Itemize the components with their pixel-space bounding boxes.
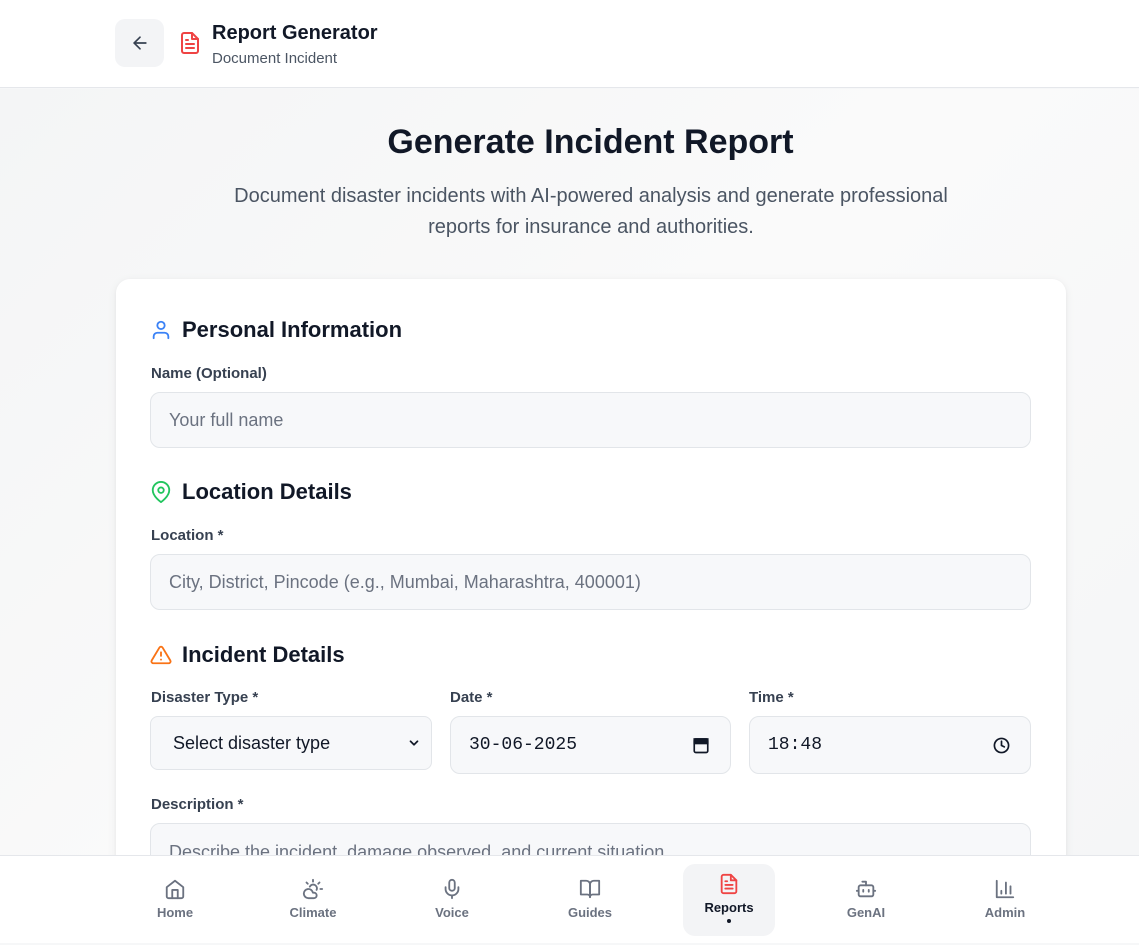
header-title: Report Generator <box>212 22 378 44</box>
nav-guides[interactable]: Guides <box>544 864 636 936</box>
home-icon <box>165 879 185 900</box>
nav-guides-label: Guides <box>567 905 613 920</box>
time-input[interactable]: 18:48 <box>749 716 1031 774</box>
time-value: 18:48 <box>768 735 823 755</box>
name-input[interactable] <box>150 392 1031 448</box>
map-pin-icon <box>151 481 171 503</box>
bar-chart-icon <box>995 879 1015 899</box>
file-text-icon <box>720 873 738 895</box>
date-input[interactable]: 30-06-2025 <box>450 716 731 774</box>
personal-info-title: Personal Information <box>182 317 403 342</box>
app-header: Report Generator Document Incident <box>0 0 1139 88</box>
description-label: Description * <box>151 796 244 813</box>
microphone-icon <box>444 878 460 900</box>
nav-voice-label: Voice <box>435 905 469 920</box>
location-title: Location Details <box>182 479 352 504</box>
disaster-type-label: Disaster Type * <box>151 689 259 706</box>
incident-section-header: Incident Details <box>150 642 345 668</box>
location-input[interactable] <box>150 554 1031 610</box>
personal-info-section-header: Personal Information <box>150 317 402 343</box>
nav-home[interactable]: Home <box>129 864 221 936</box>
arrow-left-icon <box>132 36 147 50</box>
file-text-icon <box>181 32 199 54</box>
cloud-sun-icon <box>302 878 324 900</box>
clock-icon[interactable] <box>993 737 1010 754</box>
user-icon <box>152 320 170 340</box>
nav-admin-label: Admin <box>984 905 1026 920</box>
main-content[interactable]: Generate Incident Report Document disast… <box>0 89 1139 855</box>
nav-admin[interactable]: Admin <box>959 864 1051 936</box>
calendar-icon[interactable] <box>692 736 710 754</box>
nav-reports[interactable]: Reports <box>683 864 775 936</box>
location-label: Location * <box>151 527 224 544</box>
description-placeholder: Describe the incident, damage observed, … <box>169 842 680 855</box>
incident-title: Incident Details <box>182 642 345 667</box>
page-title: Generate Incident Report <box>387 123 794 161</box>
date-label: Date * <box>450 689 493 706</box>
chevron-down-icon <box>409 740 419 746</box>
report-form-card: Personal Information Name (Optional) Loc… <box>116 279 1066 855</box>
alert-triangle-icon <box>150 645 172 665</box>
nav-genai[interactable]: GenAI <box>820 864 912 936</box>
time-label: Time * <box>749 689 794 706</box>
nav-reports-label: Reports <box>704 900 754 915</box>
disaster-type-select[interactable]: Select disaster type <box>150 716 432 770</box>
name-label: Name (Optional) <box>151 365 267 382</box>
back-button[interactable] <box>115 19 164 67</box>
description-textarea[interactable]: Describe the incident, damage observed, … <box>150 823 1031 855</box>
nav-climate[interactable]: Climate <box>267 864 359 936</box>
disaster-type-value: Select disaster type <box>173 732 331 753</box>
page-subtitle: Document disaster incidents with AI-powe… <box>234 185 948 238</box>
nav-home-label: Home <box>156 905 194 920</box>
bot-icon <box>855 880 877 898</box>
nav-voice[interactable]: Voice <box>406 864 498 936</box>
date-value: 30-06-2025 <box>469 735 578 755</box>
bottom-nav: Home Climate Voice Guides Reports GenAI … <box>0 855 1139 943</box>
nav-genai-label: GenAI <box>846 905 886 920</box>
active-indicator-dot <box>727 919 731 923</box>
book-open-icon <box>579 879 601 899</box>
header-subtitle: Document Incident <box>212 50 338 67</box>
nav-climate-label: Climate <box>289 905 337 920</box>
location-section-header: Location Details <box>150 479 352 505</box>
